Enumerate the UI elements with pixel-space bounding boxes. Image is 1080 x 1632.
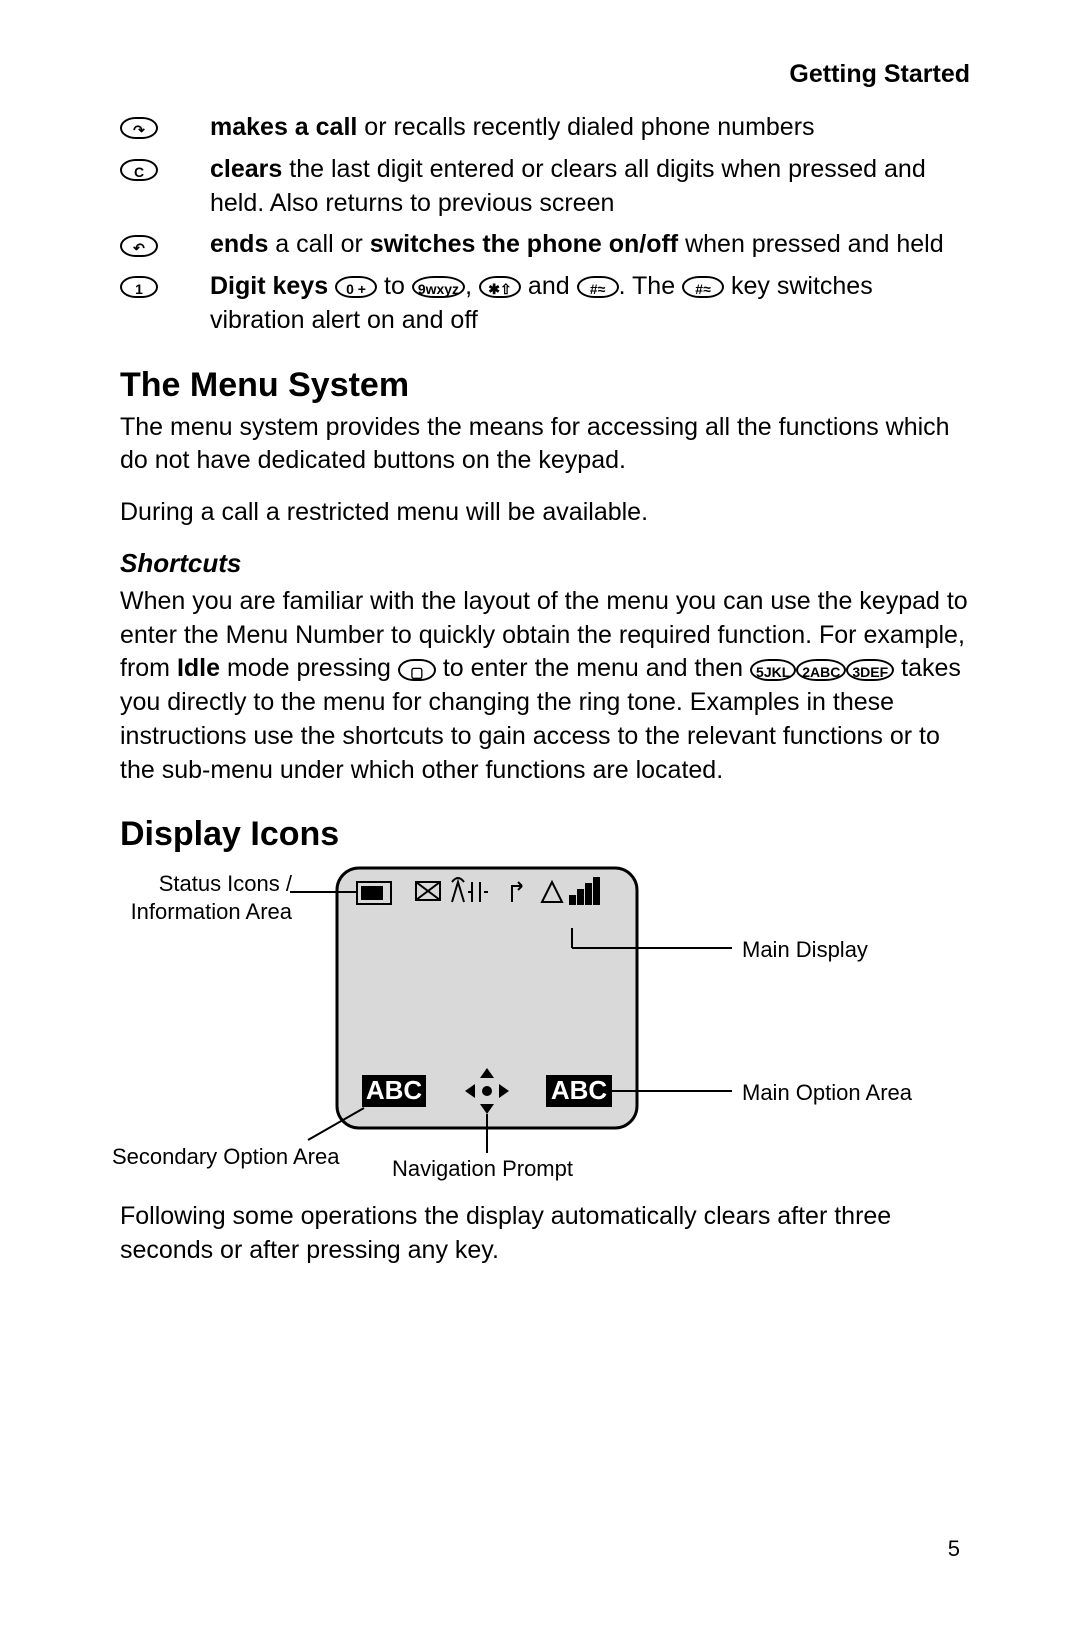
text: when pressed and held <box>678 230 943 258</box>
text: mode pressing <box>220 654 398 682</box>
shortcuts-title: Shortcuts <box>120 548 970 579</box>
clear-key-glyph: C <box>120 159 158 181</box>
digit-key-icon: 1 <box>120 270 200 338</box>
main-option-label: Main Option Area <box>742 1079 912 1107</box>
bold-text: makes a call <box>210 113 357 141</box>
page-number: 5 <box>948 1536 960 1562</box>
key-9-icon: 9wxyz <box>412 276 465 298</box>
text: , <box>465 272 479 300</box>
idle-bold: Idle <box>177 654 220 682</box>
text: to enter the menu and then <box>436 654 750 682</box>
key-3-icon: 3DEF <box>846 659 894 681</box>
text: the last digit entered or clears all dig… <box>210 155 926 217</box>
digit-key-desc: Digit keys 0 + to 9wxyz, ✱⇧ and #≈. The … <box>210 270 970 338</box>
text: a call or <box>268 230 369 258</box>
nav-prompt-label: Navigation Prompt <box>392 1155 573 1183</box>
menu-system-p2: During a call a restricted menu will be … <box>120 496 970 530</box>
bold-text: clears <box>210 155 282 183</box>
end-key-glyph: ↶ <box>120 235 158 257</box>
text: and <box>521 272 577 300</box>
text: to <box>377 272 412 300</box>
page: Getting Started ↷ makes a call or recall… <box>0 0 1080 1632</box>
key-hash-icon: #≈ <box>577 276 619 298</box>
call-key-glyph: ↷ <box>120 117 158 139</box>
abc-right-text: ABC <box>551 1075 608 1105</box>
key-star-icon: ✱⇧ <box>479 276 521 298</box>
display-icons-title: Display Icons <box>120 815 970 854</box>
display-diagram: ABC ABC <box>112 858 952 1178</box>
end-key-desc: ends a call or switches the phone on/off… <box>210 228 970 262</box>
text: or recalls recently dialed phone numbers <box>357 113 814 141</box>
digit-key-glyph: 1 <box>120 276 158 298</box>
call-key-desc: makes a call or recalls recently dialed … <box>210 111 970 145</box>
main-display-label: Main Display <box>742 936 868 964</box>
closing-paragraph: Following some operations the display au… <box>120 1200 970 1268</box>
abc-left-text: ABC <box>366 1075 423 1105</box>
section-header: Getting Started <box>120 60 970 89</box>
key-hash-icon: #≈ <box>682 276 724 298</box>
menu-key-icon: ▢ <box>398 659 436 681</box>
secondary-option-label: Secondary Option Area <box>112 1143 339 1171</box>
call-key-icon: ↷ <box>120 111 200 145</box>
bold-text: ends <box>210 230 268 258</box>
menu-system-title: The Menu System <box>120 366 970 405</box>
end-key-icon: ↶ <box>120 228 200 262</box>
key-0-icon: 0 + <box>335 276 377 298</box>
key-5-icon: 5JKL <box>750 659 796 681</box>
shortcuts-paragraph: When you are familiar with the layout of… <box>120 585 970 788</box>
clear-key-desc: clears the last digit entered or clears … <box>210 153 970 221</box>
bold-text: switches the phone on/off <box>370 230 678 258</box>
status-icons-label: Status Icons / Information Area <box>112 870 292 925</box>
menu-system-p1: The menu system provides the means for a… <box>120 411 970 479</box>
key-2-icon: 2ABC <box>796 659 846 681</box>
clear-key-icon: C <box>120 153 200 221</box>
text: . The <box>619 272 682 300</box>
key-definitions: ↷ makes a call or recalls recently diale… <box>120 111 970 338</box>
bold-text: Digit keys <box>210 272 335 300</box>
